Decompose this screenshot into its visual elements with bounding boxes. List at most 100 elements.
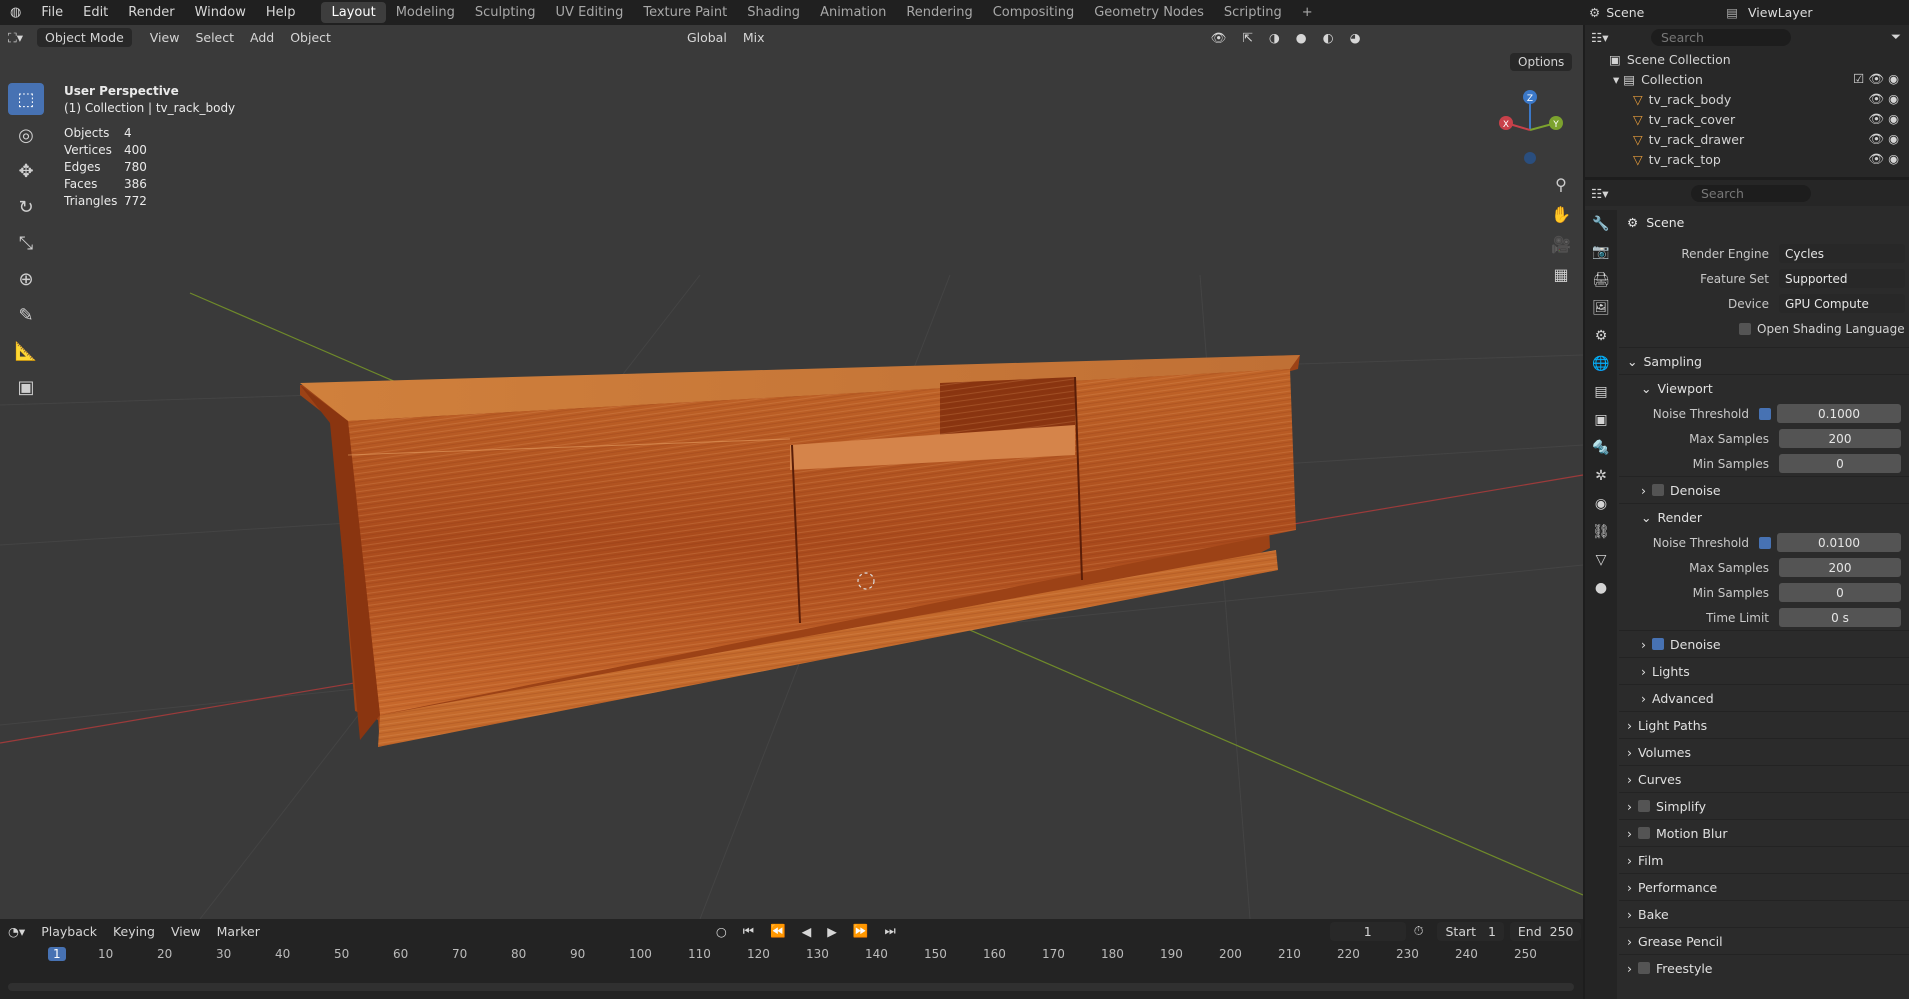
r-noise-field[interactable]: 0.0100: [1777, 533, 1901, 552]
menu-edit[interactable]: Edit: [73, 5, 118, 20]
visibility-icon[interactable]: 👁: [1202, 28, 1234, 48]
visibility-eye-icon[interactable]: 👁 ◉: [1868, 131, 1909, 147]
section-film[interactable]: › Film: [1619, 846, 1909, 873]
section-bake[interactable]: › Bake: [1619, 900, 1909, 927]
menu-marker[interactable]: Marker: [209, 922, 268, 941]
tab-texture-paint[interactable]: Texture Paint: [633, 2, 737, 23]
section-grease-pencil[interactable]: › Grease Pencil: [1619, 927, 1909, 954]
zoom-icon[interactable]: ⚲: [1548, 170, 1574, 200]
outliner-type-icon[interactable]: ☷▾: [1591, 30, 1651, 45]
options-dropdown[interactable]: Options: [1510, 53, 1573, 71]
menu-render[interactable]: Render: [118, 5, 184, 20]
blender-logo-icon[interactable]: ◍: [0, 5, 31, 20]
menu-add[interactable]: Add: [242, 28, 282, 47]
visibility-eye-icon[interactable]: 👁 ◉: [1868, 111, 1909, 127]
output-tab-icon[interactable]: 🖨: [1585, 266, 1617, 294]
visibility-eye-icon[interactable]: ☑ 👁 ◉: [1853, 71, 1909, 87]
navigation-gizmo[interactable]: Z Y X: [1490, 85, 1570, 175]
gizmo-toggle-icon[interactable]: ⇱: [1234, 28, 1260, 47]
menu-playback[interactable]: Playback: [33, 922, 105, 941]
tab-uv-editing[interactable]: UV Editing: [546, 2, 634, 23]
properties-search[interactable]: Search: [1691, 184, 1811, 202]
advanced-subsection[interactable]: › Advanced: [1619, 684, 1909, 711]
select-tool-icon[interactable]: ⬚: [8, 83, 44, 115]
tab-geometry-nodes[interactable]: Geometry Nodes: [1084, 2, 1214, 23]
collection-tab-icon[interactable]: ▤: [1585, 378, 1617, 406]
section-volumes[interactable]: › Volumes: [1619, 738, 1909, 765]
modifier-tab-icon[interactable]: 🔩: [1585, 434, 1617, 462]
scene-tab-icon[interactable]: ⚙: [1585, 322, 1617, 350]
viewlayer-name[interactable]: ViewLayer: [1748, 5, 1813, 20]
move-tool-icon[interactable]: ✥: [8, 155, 44, 187]
properties-type-icon[interactable]: ☷▾: [1591, 186, 1691, 201]
viewlayer-icon[interactable]: ▤: [1716, 5, 1748, 20]
vp-min-field[interactable]: 0: [1779, 454, 1901, 473]
stopwatch-icon[interactable]: ⏱: [1406, 921, 1432, 941]
render-engine-dropdown[interactable]: Cycles: [1779, 244, 1905, 263]
tv-rack-model[interactable]: [300, 355, 1300, 747]
menu-view[interactable]: View: [142, 28, 188, 47]
r-time-field[interactable]: 0 s: [1779, 608, 1901, 627]
vp-max-field[interactable]: 200: [1779, 429, 1901, 448]
sampling-section[interactable]: ⌄ Sampling: [1619, 347, 1909, 374]
tab-sculpting[interactable]: Sculpting: [465, 2, 546, 23]
record-icon[interactable]: ○: [708, 922, 735, 941]
menu-keying[interactable]: Keying: [105, 922, 163, 941]
ortho-grid-icon[interactable]: ▦: [1548, 260, 1574, 290]
scene-collection-row[interactable]: ▣ Scene Collection: [1585, 49, 1909, 69]
freestyle-checkbox[interactable]: [1638, 962, 1650, 974]
render-tab-icon[interactable]: 📷: [1585, 238, 1617, 266]
osl-checkbox[interactable]: [1739, 322, 1751, 335]
vp-denoise-checkbox[interactable]: [1652, 484, 1664, 496]
physics-tab-icon[interactable]: ◉: [1585, 490, 1617, 518]
scene-icon[interactable]: ⚙: [1583, 5, 1606, 20]
camera-view-icon[interactable]: 🎥: [1548, 230, 1574, 260]
overlay-toggle-icon[interactable]: ◑: [1261, 28, 1288, 47]
object-tab-icon[interactable]: ▣: [1585, 406, 1617, 434]
outliner-search[interactable]: Search: [1651, 28, 1791, 46]
start-frame-field[interactable]: Start 1: [1437, 921, 1504, 941]
feature-set-dropdown[interactable]: Supported: [1779, 269, 1905, 288]
outliner-item[interactable]: ▽ tv_rack_top 👁 ◉: [1585, 149, 1909, 169]
timeline-ruler[interactable]: 1 10 20 30 40 50 60 70 80 90 100 110 120 130 140 150 160…: [0, 945, 1583, 965]
transform-orientation-dropdown[interactable]: Global: [679, 28, 735, 47]
menu-file[interactable]: File: [31, 5, 73, 20]
section-motion-blur[interactable]: › Motion Blur: [1619, 819, 1909, 846]
osl-row[interactable]: Open Shading Language: [1619, 316, 1909, 341]
section-simplify[interactable]: › Simplify: [1619, 792, 1909, 819]
3d-viewport[interactable]: ⛶▾ Object Mode View Select Add Object Gl…: [0, 25, 1583, 919]
menu-timeline-view[interactable]: View: [163, 922, 209, 941]
jump-end-icon[interactable]: ⏭: [876, 921, 903, 941]
scale-tool-icon[interactable]: ⤡: [8, 227, 44, 259]
motion-blur-checkbox[interactable]: [1638, 827, 1650, 839]
timeline-scrollbar[interactable]: [8, 983, 1574, 991]
outliner-item[interactable]: ▽ tv_rack_body 👁 ◉: [1585, 89, 1909, 109]
visibility-eye-icon[interactable]: 👁 ◉: [1868, 91, 1909, 107]
tab-modeling[interactable]: Modeling: [386, 2, 465, 23]
r-denoise-checkbox[interactable]: [1652, 638, 1664, 650]
shading-solid-icon[interactable]: ●: [1288, 28, 1315, 47]
annotate-tool-icon[interactable]: ✎: [8, 299, 44, 331]
jump-start-icon[interactable]: ⏮: [735, 921, 762, 941]
measure-tool-icon[interactable]: 📐: [8, 335, 44, 367]
r-min-field[interactable]: 0: [1779, 583, 1901, 602]
tab-animation[interactable]: Animation: [810, 2, 896, 23]
pan-hand-icon[interactable]: ✋: [1548, 200, 1574, 230]
lights-subsection[interactable]: › Lights: [1619, 657, 1909, 684]
view-layer-tab-icon[interactable]: 🖼: [1585, 294, 1617, 322]
r-max-field[interactable]: 200: [1779, 558, 1901, 577]
tool-tab-icon[interactable]: 🔧: [1585, 210, 1617, 238]
simplify-checkbox[interactable]: [1638, 800, 1650, 812]
section-curves[interactable]: › Curves: [1619, 765, 1909, 792]
jump-keyframe-forward-icon[interactable]: ⏩: [845, 921, 877, 941]
menu-select[interactable]: Select: [187, 28, 242, 47]
material-tab-icon[interactable]: ●: [1585, 574, 1617, 602]
render-subsection[interactable]: ⌄ Render: [1619, 503, 1909, 530]
play-reverse-icon[interactable]: ◀: [794, 922, 820, 941]
vp-denoise-subsection[interactable]: › Denoise: [1619, 476, 1909, 503]
r-denoise-subsection[interactable]: › Denoise: [1619, 630, 1909, 657]
particles-tab-icon[interactable]: ✲: [1585, 462, 1617, 490]
shading-material-icon[interactable]: ◐: [1315, 28, 1342, 47]
tab-layout[interactable]: Layout: [321, 2, 386, 23]
transform-tool-icon[interactable]: ⊕: [8, 263, 44, 295]
